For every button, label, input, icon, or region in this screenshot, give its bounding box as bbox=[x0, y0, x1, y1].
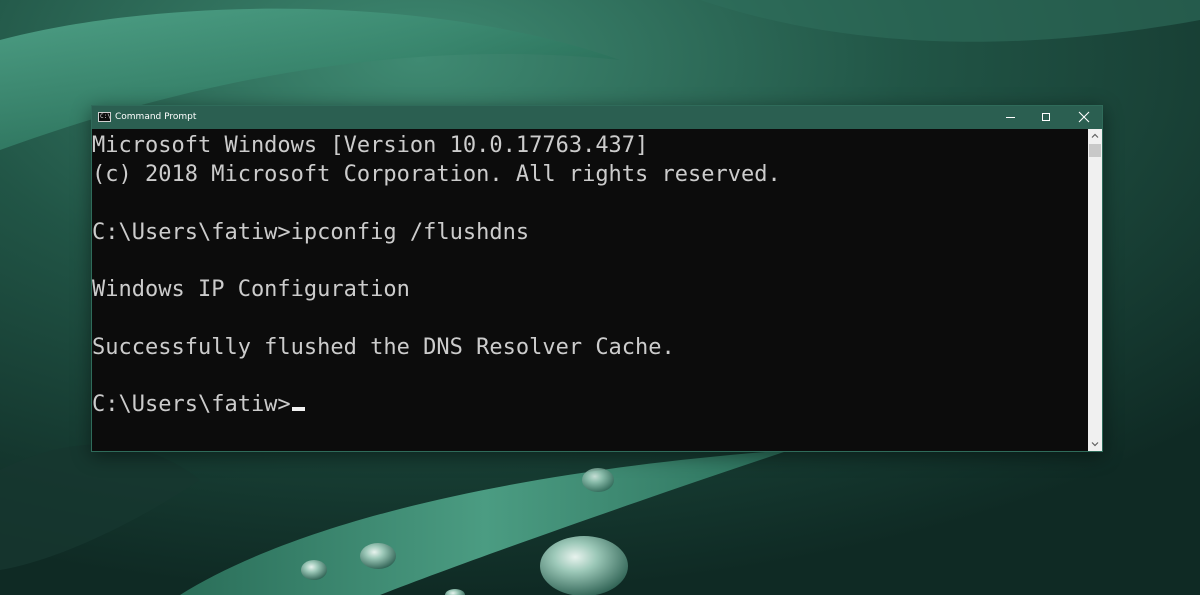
scroll-down-arrow-icon[interactable] bbox=[1088, 437, 1102, 451]
close-icon bbox=[1078, 111, 1090, 123]
vertical-scrollbar[interactable] bbox=[1088, 129, 1102, 451]
desktop-wallpaper: C:\ Command Prompt Microsoft Windows [Ve… bbox=[0, 0, 1200, 595]
minimize-button[interactable] bbox=[992, 106, 1028, 129]
maximize-icon bbox=[1042, 113, 1050, 121]
maximize-button[interactable] bbox=[1029, 106, 1065, 129]
console-prompt: C:\Users\fatiw> bbox=[92, 392, 291, 417]
title-bar[interactable]: C:\ Command Prompt bbox=[92, 106, 1102, 129]
console-prompt-line[interactable]: C:\Users\fatiw> bbox=[92, 391, 305, 420]
command-prompt-window[interactable]: C:\ Command Prompt Microsoft Windows [Ve… bbox=[91, 105, 1103, 452]
close-button[interactable] bbox=[1066, 106, 1102, 129]
text-cursor bbox=[291, 407, 305, 411]
window-title: Command Prompt bbox=[115, 112, 197, 122]
minimize-icon bbox=[1006, 117, 1015, 118]
console-line: C:\Users\fatiw>ipconfig /flushdns bbox=[92, 220, 530, 245]
console-output[interactable]: Microsoft Windows [Version 10.0.17763.43… bbox=[92, 129, 1088, 451]
scroll-up-arrow-icon[interactable] bbox=[1088, 129, 1102, 143]
console-line: Windows IP Configuration bbox=[92, 277, 410, 302]
console-line: (c) 2018 Microsoft Corporation. All righ… bbox=[92, 162, 781, 187]
scrollbar-thumb[interactable] bbox=[1089, 144, 1101, 157]
console-line: Microsoft Windows [Version 10.0.17763.43… bbox=[92, 133, 649, 158]
console-line: Successfully flushed the DNS Resolver Ca… bbox=[92, 335, 675, 360]
cmd-icon[interactable]: C:\ bbox=[98, 112, 111, 122]
